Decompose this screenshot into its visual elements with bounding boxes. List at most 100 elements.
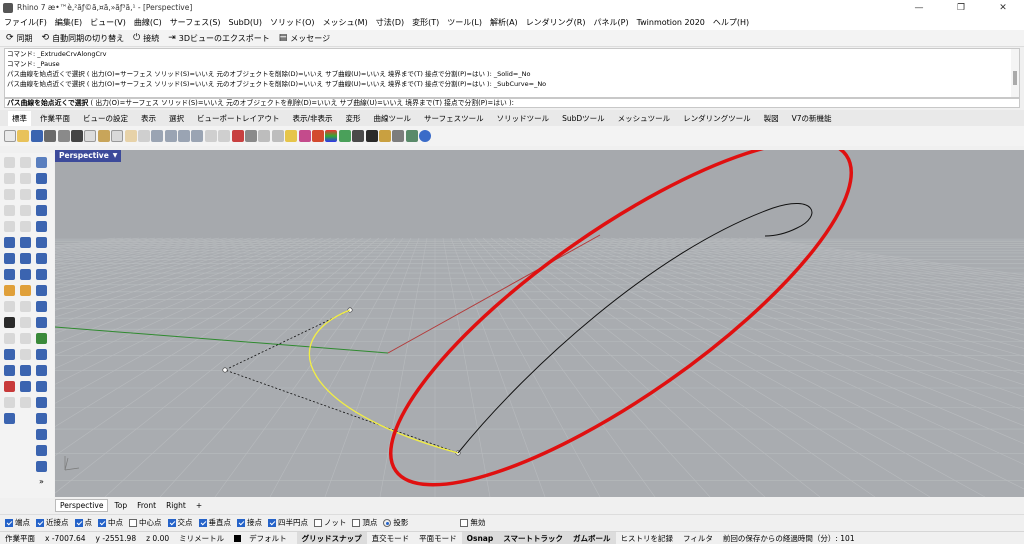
select-arrow-icon[interactable]	[4, 157, 15, 168]
menu-subd[interactable]: SubD(U)	[229, 18, 262, 27]
light-icon[interactable]	[285, 130, 298, 142]
menu-render[interactable]: レンダリング(R)	[526, 17, 586, 28]
more-tools-icon[interactable]: »	[36, 477, 47, 488]
project-icon[interactable]	[4, 397, 15, 408]
osnap-near[interactable]: 近接点	[36, 517, 69, 528]
pipe-icon[interactable]	[36, 413, 47, 424]
show-icon[interactable]	[271, 130, 284, 142]
sphere-icon[interactable]	[36, 205, 47, 216]
menu-help[interactable]: ヘルプ(H)	[713, 17, 749, 28]
tab-select[interactable]: 選択	[169, 113, 184, 124]
zoom-window-icon[interactable]	[164, 130, 177, 142]
split-icon[interactable]	[20, 317, 31, 328]
tab-cplanes[interactable]: 作業平面	[40, 113, 70, 124]
open-file-icon[interactable]	[17, 130, 30, 142]
menu-transform[interactable]: 変形(T)	[412, 17, 439, 28]
polyline-icon[interactable]	[4, 173, 15, 184]
connect-button[interactable]: ⏻ 接続	[133, 33, 159, 44]
radio[interactable]	[383, 518, 392, 527]
shell-icon[interactable]	[4, 413, 15, 424]
maximize-button[interactable]: ❐	[940, 0, 982, 15]
arc-icon[interactable]	[20, 189, 31, 200]
command-history[interactable]: コマンド: _ExtrudeCrvAlongCrv コマンド: _Pause パ…	[4, 48, 1020, 98]
help-icon[interactable]	[419, 130, 432, 142]
command-prompt[interactable]: パス曲線を始点近くで選択 ( 出力(O)=サーフェス ソリッド(S)=いいえ 元…	[4, 98, 1020, 108]
menu-solid[interactable]: ソリッド(O)	[270, 17, 315, 28]
menu-file[interactable]: ファイル(F)	[4, 17, 47, 28]
menu-mesh[interactable]: メッシュ(M)	[323, 17, 368, 28]
gumball-icon[interactable]	[4, 285, 15, 296]
osnap-point[interactable]: 点	[74, 517, 92, 528]
surface-icon[interactable]	[36, 173, 47, 184]
select-icon[interactable]	[231, 130, 244, 142]
boolean-union-icon[interactable]	[4, 269, 15, 280]
text-object-icon[interactable]	[36, 461, 47, 472]
menu-dimension[interactable]: 寸法(D)	[376, 17, 404, 28]
explode-icon[interactable]	[4, 365, 15, 376]
checkbox[interactable]	[237, 518, 245, 527]
view-tab-top[interactable]: Top	[110, 501, 131, 510]
plane-icon[interactable]	[36, 445, 47, 456]
status-cplane[interactable]: 作業平面	[0, 532, 40, 544]
checkbox[interactable]	[460, 518, 469, 527]
trim-icon[interactable]	[4, 317, 15, 328]
tab-render-tools[interactable]: レンダリングツール	[683, 113, 751, 124]
osnap-quadrant[interactable]: 四半円点	[268, 517, 308, 528]
shade-icon[interactable]	[365, 130, 378, 142]
lock-icon[interactable]	[298, 130, 311, 142]
group-icon[interactable]	[20, 365, 31, 376]
osnap-intersection[interactable]: 交点	[167, 517, 193, 528]
paste-icon[interactable]	[97, 130, 110, 142]
rectangle-icon[interactable]	[4, 205, 15, 216]
status-layer[interactable]: デフォルト	[229, 532, 297, 544]
print-icon[interactable]	[44, 130, 57, 142]
tab-visibility[interactable]: 表示/非表示	[293, 113, 333, 124]
ortho-toggle[interactable]: 直交モード	[367, 532, 415, 544]
revolve-icon[interactable]	[4, 253, 15, 264]
menu-twinmotion[interactable]: Twinmotion 2020	[637, 18, 705, 27]
menu-analyze[interactable]: 解析(A)	[490, 17, 518, 28]
minimize-button[interactable]: —	[898, 0, 940, 15]
tab-display[interactable]: 表示	[141, 113, 156, 124]
checkbox[interactable]	[129, 518, 137, 527]
four-view-icon[interactable]	[204, 130, 217, 142]
auto-sync-button[interactable]: ⟲ 自動同期の切り替え	[42, 33, 125, 44]
material-icon[interactable]	[352, 130, 365, 142]
tab-curve-tools[interactable]: 曲線ツール	[374, 113, 412, 124]
checkbox[interactable]	[167, 518, 176, 527]
check-icon[interactable]	[20, 397, 31, 408]
checkbox[interactable]	[98, 518, 106, 527]
layer-icon[interactable]	[311, 130, 324, 142]
menu-surface[interactable]: サーフェス(S)	[170, 17, 221, 28]
osnap-mid[interactable]: 中点	[98, 517, 123, 528]
extrude-icon[interactable]	[4, 237, 15, 248]
box-icon[interactable]	[36, 189, 47, 200]
text-icon[interactable]	[20, 349, 31, 360]
history-scrollbar[interactable]	[1011, 49, 1019, 97]
planar-toggle[interactable]: 平面モード	[414, 532, 462, 544]
cylinder-icon[interactable]	[36, 221, 47, 232]
sync-button[interactable]: ⟳ 同期	[6, 33, 33, 44]
torus-icon[interactable]	[36, 397, 47, 408]
hatch-icon[interactable]	[36, 349, 47, 360]
checkbox[interactable]	[74, 518, 83, 527]
osnap-center[interactable]: 中心点	[129, 517, 162, 528]
new-file-icon[interactable]	[4, 130, 16, 142]
circle-icon[interactable]	[4, 189, 15, 200]
checkbox[interactable]	[352, 518, 361, 527]
filter-toggle[interactable]: フィルタ	[678, 532, 718, 544]
cone-icon[interactable]	[36, 381, 47, 392]
osnap-perpendicular[interactable]: 垂直点	[198, 517, 231, 528]
join-icon[interactable]	[36, 317, 47, 328]
color-icon[interactable]	[325, 130, 338, 142]
view-tab-right[interactable]: Right	[162, 501, 190, 510]
rotate-view-icon[interactable]	[137, 130, 150, 142]
status-units[interactable]: ミリメートル	[174, 532, 229, 544]
tab-subd-tools[interactable]: SubDツール	[562, 113, 605, 124]
zoom-selected-icon[interactable]	[191, 130, 204, 142]
tab-new-in-v7[interactable]: V7の新機能	[792, 113, 832, 124]
control-point[interactable]	[222, 367, 228, 373]
menu-curve[interactable]: 曲線(C)	[134, 17, 162, 28]
pan-icon[interactable]	[124, 130, 137, 142]
perspective-viewport[interactable]	[55, 150, 1024, 497]
